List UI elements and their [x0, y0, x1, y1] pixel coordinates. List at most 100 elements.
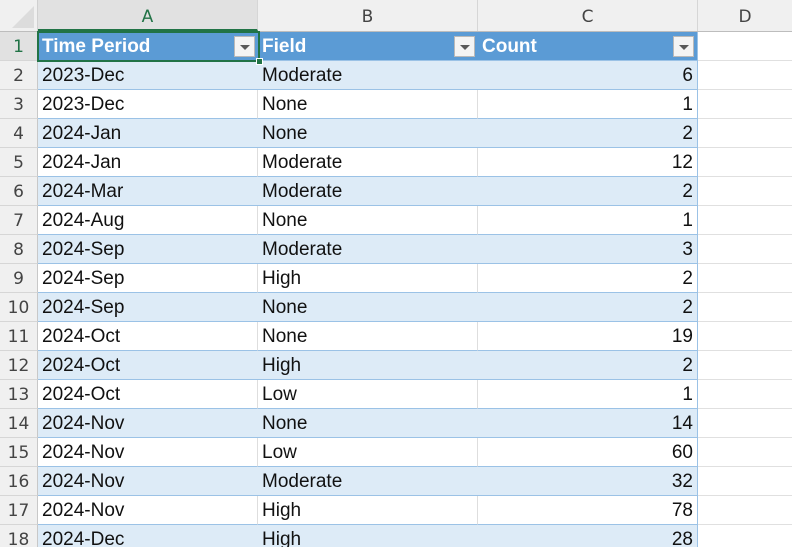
- cell-count[interactable]: 1: [478, 380, 698, 409]
- cell-d[interactable]: [698, 467, 792, 496]
- row-header[interactable]: 5: [0, 148, 38, 177]
- row-header[interactable]: 8: [0, 235, 38, 264]
- filter-button-field[interactable]: [454, 36, 475, 57]
- cell-count[interactable]: 2: [478, 351, 698, 380]
- row-header[interactable]: 3: [0, 90, 38, 119]
- column-header-d[interactable]: D: [698, 0, 792, 31]
- cell-time-period[interactable]: 2024-Sep: [38, 235, 258, 264]
- row-header[interactable]: 4: [0, 119, 38, 148]
- cell-count[interactable]: 14: [478, 409, 698, 438]
- cell-time-period[interactable]: 2024-Nov: [38, 438, 258, 467]
- cell-count[interactable]: 6: [478, 61, 698, 90]
- row-header[interactable]: 17: [0, 496, 38, 525]
- row-header[interactable]: 2: [0, 61, 38, 90]
- cell-d[interactable]: [698, 496, 792, 525]
- row-header-1[interactable]: 1: [0, 32, 38, 61]
- column-header-c[interactable]: C: [478, 0, 698, 31]
- cell-count[interactable]: 2: [478, 177, 698, 206]
- cell-field[interactable]: None: [258, 119, 478, 148]
- cell-field[interactable]: None: [258, 322, 478, 351]
- cell-time-period[interactable]: 2024-Oct: [38, 351, 258, 380]
- cell-count[interactable]: 2: [478, 119, 698, 148]
- cell-field[interactable]: None: [258, 206, 478, 235]
- cell-d[interactable]: [698, 351, 792, 380]
- cell-time-period[interactable]: 2024-Jan: [38, 148, 258, 177]
- table-row: 2024-Jan Moderate 12: [38, 148, 792, 177]
- cell-count[interactable]: 28: [478, 525, 698, 547]
- cell-time-period[interactable]: 2024-Sep: [38, 264, 258, 293]
- cell-d[interactable]: [698, 293, 792, 322]
- cell-field[interactable]: High: [258, 351, 478, 380]
- row-header[interactable]: 10: [0, 293, 38, 322]
- cell-count[interactable]: 12: [478, 148, 698, 177]
- cell-time-period[interactable]: 2024-Nov: [38, 467, 258, 496]
- cell-field[interactable]: Low: [258, 438, 478, 467]
- select-all-button[interactable]: [0, 0, 38, 31]
- cell-d1[interactable]: [698, 32, 792, 61]
- cell-count[interactable]: 32: [478, 467, 698, 496]
- row-header[interactable]: 12: [0, 351, 38, 380]
- spreadsheet-grid[interactable]: A B C D 1 Time Period Field Count 2 2023-…: [0, 0, 792, 547]
- column-header-b[interactable]: B: [258, 0, 478, 31]
- cell-time-period[interactable]: 2024-Oct: [38, 380, 258, 409]
- row-header[interactable]: 13: [0, 380, 38, 409]
- cell-time-period[interactable]: 2024-Dec: [38, 525, 258, 547]
- cell-d[interactable]: [698, 90, 792, 119]
- row-header[interactable]: 9: [0, 264, 38, 293]
- cell-d[interactable]: [698, 380, 792, 409]
- cell-field[interactable]: Moderate: [258, 148, 478, 177]
- cell-time-period[interactable]: 2024-Nov: [38, 496, 258, 525]
- cell-field[interactable]: Moderate: [258, 467, 478, 496]
- row-header[interactable]: 14: [0, 409, 38, 438]
- cell-count[interactable]: 3: [478, 235, 698, 264]
- cell-time-period[interactable]: 2024-Oct: [38, 322, 258, 351]
- cell-field[interactable]: Moderate: [258, 235, 478, 264]
- cell-field[interactable]: None: [258, 293, 478, 322]
- row-header[interactable]: 18: [0, 525, 38, 547]
- cell-field[interactable]: Low: [258, 380, 478, 409]
- cell-count[interactable]: 78: [478, 496, 698, 525]
- cell-field[interactable]: High: [258, 496, 478, 525]
- cell-time-period[interactable]: 2024-Jan: [38, 119, 258, 148]
- cell-time-period[interactable]: 2023-Dec: [38, 90, 258, 119]
- filter-button-count[interactable]: [673, 36, 694, 57]
- row-header[interactable]: 11: [0, 322, 38, 351]
- row-header[interactable]: 6: [0, 177, 38, 206]
- cell-d[interactable]: [698, 322, 792, 351]
- row-header[interactable]: 15: [0, 438, 38, 467]
- cell-d[interactable]: [698, 264, 792, 293]
- cell-d[interactable]: [698, 119, 792, 148]
- cell-d[interactable]: [698, 61, 792, 90]
- cell-field[interactable]: None: [258, 409, 478, 438]
- cell-time-period[interactable]: 2024-Aug: [38, 206, 258, 235]
- cell-count[interactable]: 19: [478, 322, 698, 351]
- cell-time-period[interactable]: 2024-Mar: [38, 177, 258, 206]
- cell-count[interactable]: 2: [478, 264, 698, 293]
- row-header[interactable]: 7: [0, 206, 38, 235]
- filter-button-time-period[interactable]: [234, 36, 255, 57]
- cell-d[interactable]: [698, 148, 792, 177]
- header-cell-time-period[interactable]: Time Period: [38, 32, 258, 61]
- column-header-a[interactable]: A: [38, 0, 258, 31]
- cell-field[interactable]: High: [258, 525, 478, 547]
- cell-d[interactable]: [698, 235, 792, 264]
- header-cell-field[interactable]: Field: [258, 32, 478, 61]
- cell-count[interactable]: 1: [478, 90, 698, 119]
- cell-d[interactable]: [698, 409, 792, 438]
- cell-time-period[interactable]: 2023-Dec: [38, 61, 258, 90]
- cell-time-period[interactable]: 2024-Nov: [38, 409, 258, 438]
- row-header[interactable]: 16: [0, 467, 38, 496]
- cell-count[interactable]: 1: [478, 206, 698, 235]
- cell-field[interactable]: High: [258, 264, 478, 293]
- cell-field[interactable]: Moderate: [258, 61, 478, 90]
- cell-d[interactable]: [698, 438, 792, 467]
- cell-field[interactable]: Moderate: [258, 177, 478, 206]
- cell-d[interactable]: [698, 206, 792, 235]
- cell-d[interactable]: [698, 177, 792, 206]
- header-cell-count[interactable]: Count: [478, 32, 698, 61]
- cell-d[interactable]: [698, 525, 792, 547]
- cell-time-period[interactable]: 2024-Sep: [38, 293, 258, 322]
- cell-count[interactable]: 60: [478, 438, 698, 467]
- cell-count[interactable]: 2: [478, 293, 698, 322]
- cell-field[interactable]: None: [258, 90, 478, 119]
